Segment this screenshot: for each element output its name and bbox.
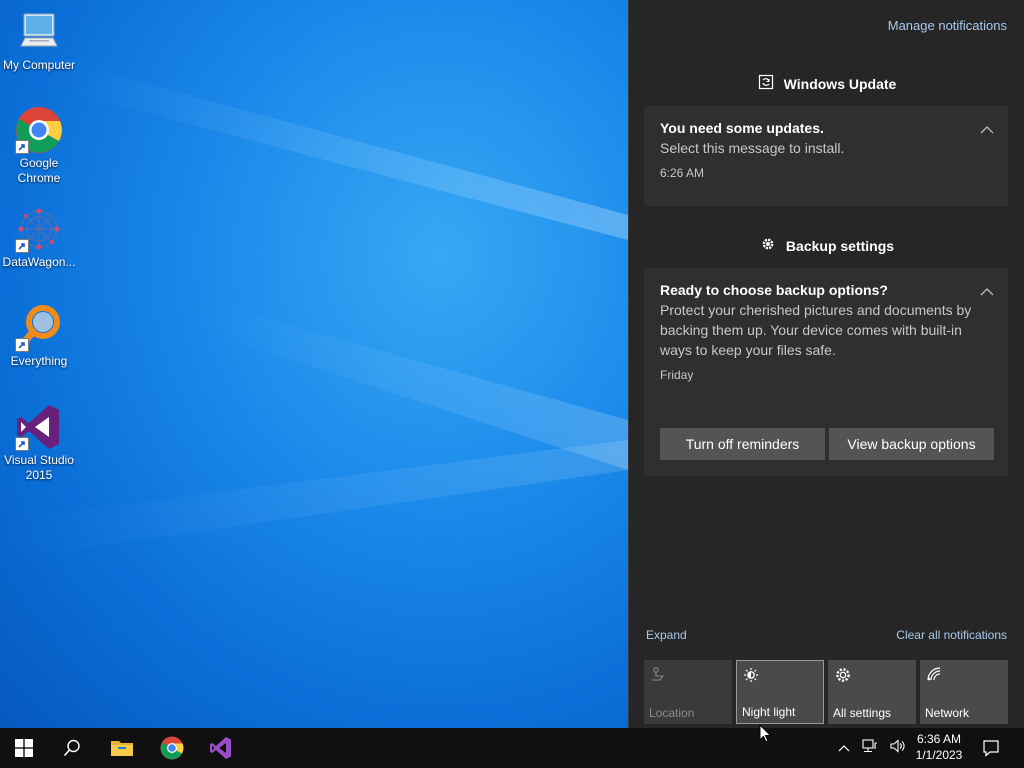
computer-icon bbox=[15, 8, 63, 56]
visual-studio-icon bbox=[210, 737, 231, 759]
search-button[interactable] bbox=[48, 728, 96, 768]
windows-update-icon bbox=[758, 74, 774, 93]
desktop-icon-label: My Computer bbox=[2, 58, 76, 72]
notification-group-title: Backup settings bbox=[785, 237, 895, 254]
everything-search-icon bbox=[15, 304, 63, 352]
file-explorer-icon bbox=[111, 741, 133, 756]
notification-group-header-backup-settings[interactable]: Backup settings bbox=[629, 236, 1024, 255]
visual-studio-icon bbox=[15, 403, 63, 451]
chrome-icon bbox=[160, 736, 184, 760]
quick-action-all-settings[interactable]: All settings bbox=[828, 660, 916, 724]
notification-title: Ready to choose backup options? bbox=[660, 282, 888, 298]
desktop-icon-my-computer[interactable]: My Computer bbox=[1, 8, 77, 73]
desktop-icon-label: Everything bbox=[10, 354, 68, 368]
desktop-icon-label: Google Chrome bbox=[17, 156, 61, 185]
desktop-icon-datawagon[interactable]: DataWagon... bbox=[1, 205, 77, 270]
turn-off-reminders-button[interactable]: Turn off reminders bbox=[660, 428, 825, 460]
desktop-icon-label: DataWagon... bbox=[2, 255, 76, 269]
notification-icon bbox=[983, 740, 999, 757]
desktop-icon-label: Visual Studio 2015 bbox=[4, 453, 74, 482]
desktop-icon-visual-studio[interactable]: Visual Studio 2015 bbox=[1, 403, 77, 483]
desktop-icon-everything[interactable]: Everything bbox=[1, 304, 77, 369]
network-tray-icon[interactable] bbox=[862, 738, 878, 758]
desktop-wallpaper: My Computer Google Chrome DataWagon... E… bbox=[0, 0, 628, 728]
taskbar-file-explorer[interactable] bbox=[98, 728, 146, 768]
gear-icon bbox=[760, 236, 776, 255]
notification-group-title: Windows Update bbox=[783, 75, 897, 92]
volume-icon[interactable] bbox=[890, 738, 906, 758]
shortcut-arrow-icon bbox=[15, 140, 29, 154]
notification-card-windows-update[interactable]: You need some updates. Select this messa… bbox=[644, 106, 1008, 206]
notification-title: You need some updates. bbox=[660, 120, 824, 136]
location-icon bbox=[650, 666, 666, 685]
start-button[interactable] bbox=[0, 728, 48, 768]
expand-link[interactable]: Expand bbox=[646, 628, 687, 642]
quick-action-network[interactable]: Network bbox=[920, 660, 1008, 724]
manage-notifications-link[interactable]: Manage notifications bbox=[888, 18, 1007, 33]
clear-all-notifications-link[interactable]: Clear all notifications bbox=[896, 628, 1007, 642]
notification-time: 6:26 AM bbox=[660, 166, 705, 180]
chevron-up-icon[interactable] bbox=[980, 122, 994, 140]
action-center-button[interactable] bbox=[968, 728, 1014, 768]
quick-action-night-light[interactable]: Night light bbox=[736, 660, 824, 724]
taskbar: 6:36 AM 1/1/2023 bbox=[0, 728, 1024, 768]
night-light-icon bbox=[743, 667, 759, 686]
system-tray bbox=[838, 728, 912, 768]
chevron-up-icon[interactable] bbox=[838, 739, 850, 757]
chrome-icon bbox=[15, 106, 63, 154]
gear-icon bbox=[834, 666, 852, 687]
network-icon bbox=[926, 666, 942, 685]
quick-action-location[interactable]: Location bbox=[644, 660, 732, 724]
clock-time: 6:36 AM bbox=[916, 732, 962, 746]
mouse-cursor bbox=[759, 723, 773, 749]
action-center-panel: Manage notifications Windows Update You … bbox=[628, 0, 1024, 728]
quick-action-label: Network bbox=[925, 706, 970, 720]
windows-logo-icon bbox=[15, 739, 33, 757]
shortcut-arrow-icon bbox=[15, 239, 29, 253]
notification-time: Friday bbox=[660, 368, 694, 382]
clock-date: 1/1/2023 bbox=[915, 748, 963, 762]
quick-action-label: Location bbox=[649, 706, 695, 720]
datawagon-icon bbox=[15, 205, 63, 253]
notification-body: Select this message to install. bbox=[660, 140, 845, 156]
notification-group-header-windows-update[interactable]: Windows Update bbox=[629, 74, 1024, 93]
wallpaper-light-beams bbox=[0, 60, 628, 560]
view-backup-options-button[interactable]: View backup options bbox=[829, 428, 994, 460]
chevron-up-icon[interactable] bbox=[980, 284, 994, 302]
shortcut-arrow-icon bbox=[15, 338, 29, 352]
quick-action-label: All settings bbox=[833, 706, 892, 720]
taskbar-clock[interactable]: 6:36 AM 1/1/2023 bbox=[906, 731, 972, 763]
quick-action-label: Night light bbox=[742, 705, 796, 719]
search-icon bbox=[63, 739, 80, 757]
desktop-icon-google-chrome[interactable]: Google Chrome bbox=[1, 106, 77, 186]
taskbar-visual-studio[interactable] bbox=[197, 728, 245, 768]
taskbar-chrome[interactable] bbox=[148, 728, 196, 768]
shortcut-arrow-icon bbox=[15, 437, 29, 451]
notification-body: Protect your cherished pictures and docu… bbox=[660, 302, 972, 358]
